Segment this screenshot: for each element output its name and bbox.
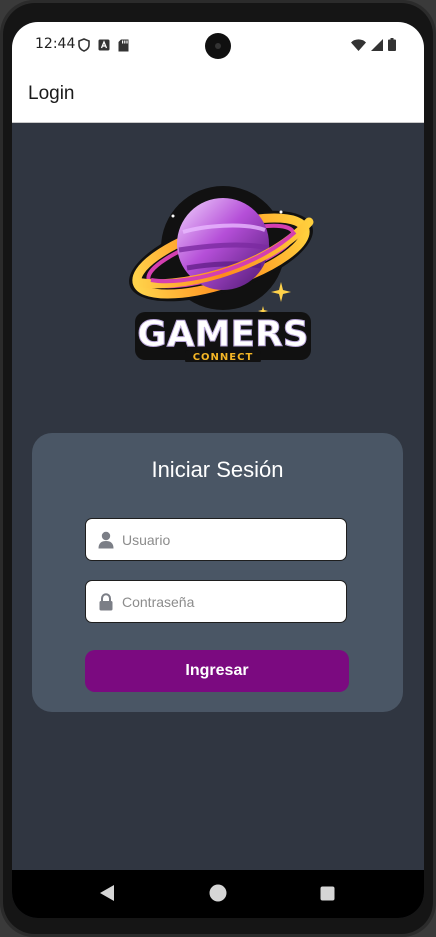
signal-icon bbox=[371, 38, 383, 51]
phone-screen: 12:44 Login GAMERS CONNECT Iniciar Sesió… bbox=[12, 22, 424, 918]
login-submit-button[interactable]: Ingresar bbox=[85, 650, 349, 692]
home-icon[interactable] bbox=[209, 884, 227, 902]
status-time: 12:44 bbox=[35, 36, 76, 52]
sd-card-icon bbox=[118, 39, 129, 51]
password-field[interactable] bbox=[85, 580, 347, 623]
shield-icon bbox=[78, 38, 90, 52]
logo-brand-text: GAMERS bbox=[137, 314, 308, 355]
username-input[interactable] bbox=[122, 519, 337, 560]
gamers-connect-logo: GAMERS CONNECT bbox=[129, 186, 314, 362]
page-title: Login bbox=[28, 83, 75, 104]
app-bar: Login bbox=[12, 68, 424, 123]
recent-apps-icon[interactable] bbox=[320, 886, 335, 901]
lock-icon bbox=[99, 593, 113, 611]
status-icons-left bbox=[78, 38, 129, 52]
wifi-icon bbox=[351, 38, 366, 51]
status-icons-right bbox=[351, 38, 396, 51]
battery-icon bbox=[388, 38, 396, 51]
login-card: Iniciar Sesión Ingresar bbox=[32, 433, 403, 712]
device-bezel: 12:44 Login GAMERS CONNECT Iniciar Sesió… bbox=[3, 3, 433, 934]
front-camera bbox=[205, 33, 231, 59]
back-icon[interactable] bbox=[98, 883, 116, 903]
system-nav-bar bbox=[12, 870, 424, 918]
status-bar: 12:44 bbox=[12, 22, 424, 68]
font-icon bbox=[98, 39, 110, 51]
logo-tagline-text: CONNECT bbox=[193, 352, 254, 362]
username-field[interactable] bbox=[85, 518, 347, 561]
person-icon bbox=[98, 531, 114, 549]
login-title: Iniciar Sesión bbox=[151, 457, 284, 482]
password-input[interactable] bbox=[122, 581, 337, 622]
device-frame: 12:44 Login GAMERS CONNECT Iniciar Sesió… bbox=[0, 0, 436, 937]
